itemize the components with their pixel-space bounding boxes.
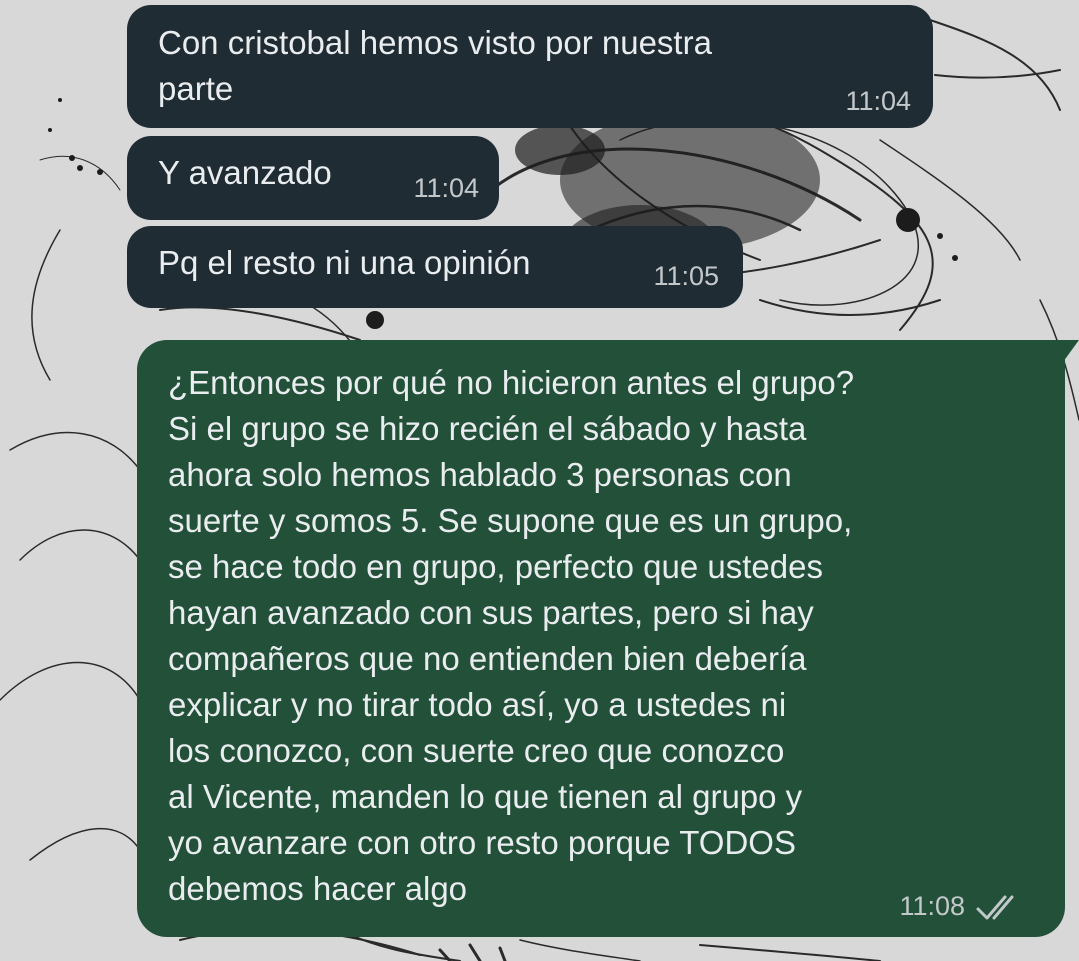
- message-text-line: se hace todo en grupo, perfecto que uste…: [168, 548, 823, 585]
- message-timestamp: 11:05: [653, 261, 719, 291]
- message-text-line: yo avanzare con otro resto porque TODOS: [168, 824, 796, 861]
- message-text-line: suerte y somos 5. Se supone que es un gr…: [168, 502, 853, 539]
- message-text-line: compañeros que no entienden bien debería: [168, 640, 807, 677]
- double-check-icon: [976, 895, 1014, 920]
- incoming-message-bubble[interactable]: Y avanzado 11:04: [127, 136, 499, 220]
- message-text-line: los conozco, con suerte creo que conozco: [168, 732, 785, 769]
- message-text-line: explicar y no tirar todo así, yo a usted…: [168, 686, 787, 723]
- message-text-line: hayan avanzado con sus partes, pero si h…: [168, 594, 814, 631]
- message-text-line: Con cristobal hemos visto por nuestra: [158, 24, 712, 61]
- message-text-line: Y avanzado: [158, 154, 332, 191]
- outgoing-message-bubble[interactable]: ¿Entonces por qué no hicieron antes el g…: [137, 340, 1079, 937]
- message-text-line: Pq el resto ni una opinión: [158, 244, 531, 281]
- message-text-line: debemos hacer algo: [168, 870, 468, 907]
- message-text-line: parte: [158, 70, 234, 107]
- message-text-line: ¿Entonces por qué no hicieron antes el g…: [168, 364, 855, 401]
- message-timestamp: 11:04: [413, 173, 479, 203]
- message-text-line: ahora solo hemos hablado 3 personas con: [168, 456, 792, 493]
- message-timestamp: 11:08: [899, 891, 965, 921]
- message-text-line: Si el grupo se hizo recién el sábado y h…: [168, 410, 807, 447]
- message-text-line: al Vicente, manden lo que tienen al grup…: [168, 778, 803, 815]
- bubble-tail: [1063, 340, 1079, 362]
- incoming-message-bubble[interactable]: Con cristobal hemos visto por nuestra pa…: [127, 5, 933, 128]
- message-timestamp: 11:04: [845, 86, 911, 116]
- incoming-message-bubble[interactable]: Pq el resto ni una opinión 11:05: [127, 226, 743, 308]
